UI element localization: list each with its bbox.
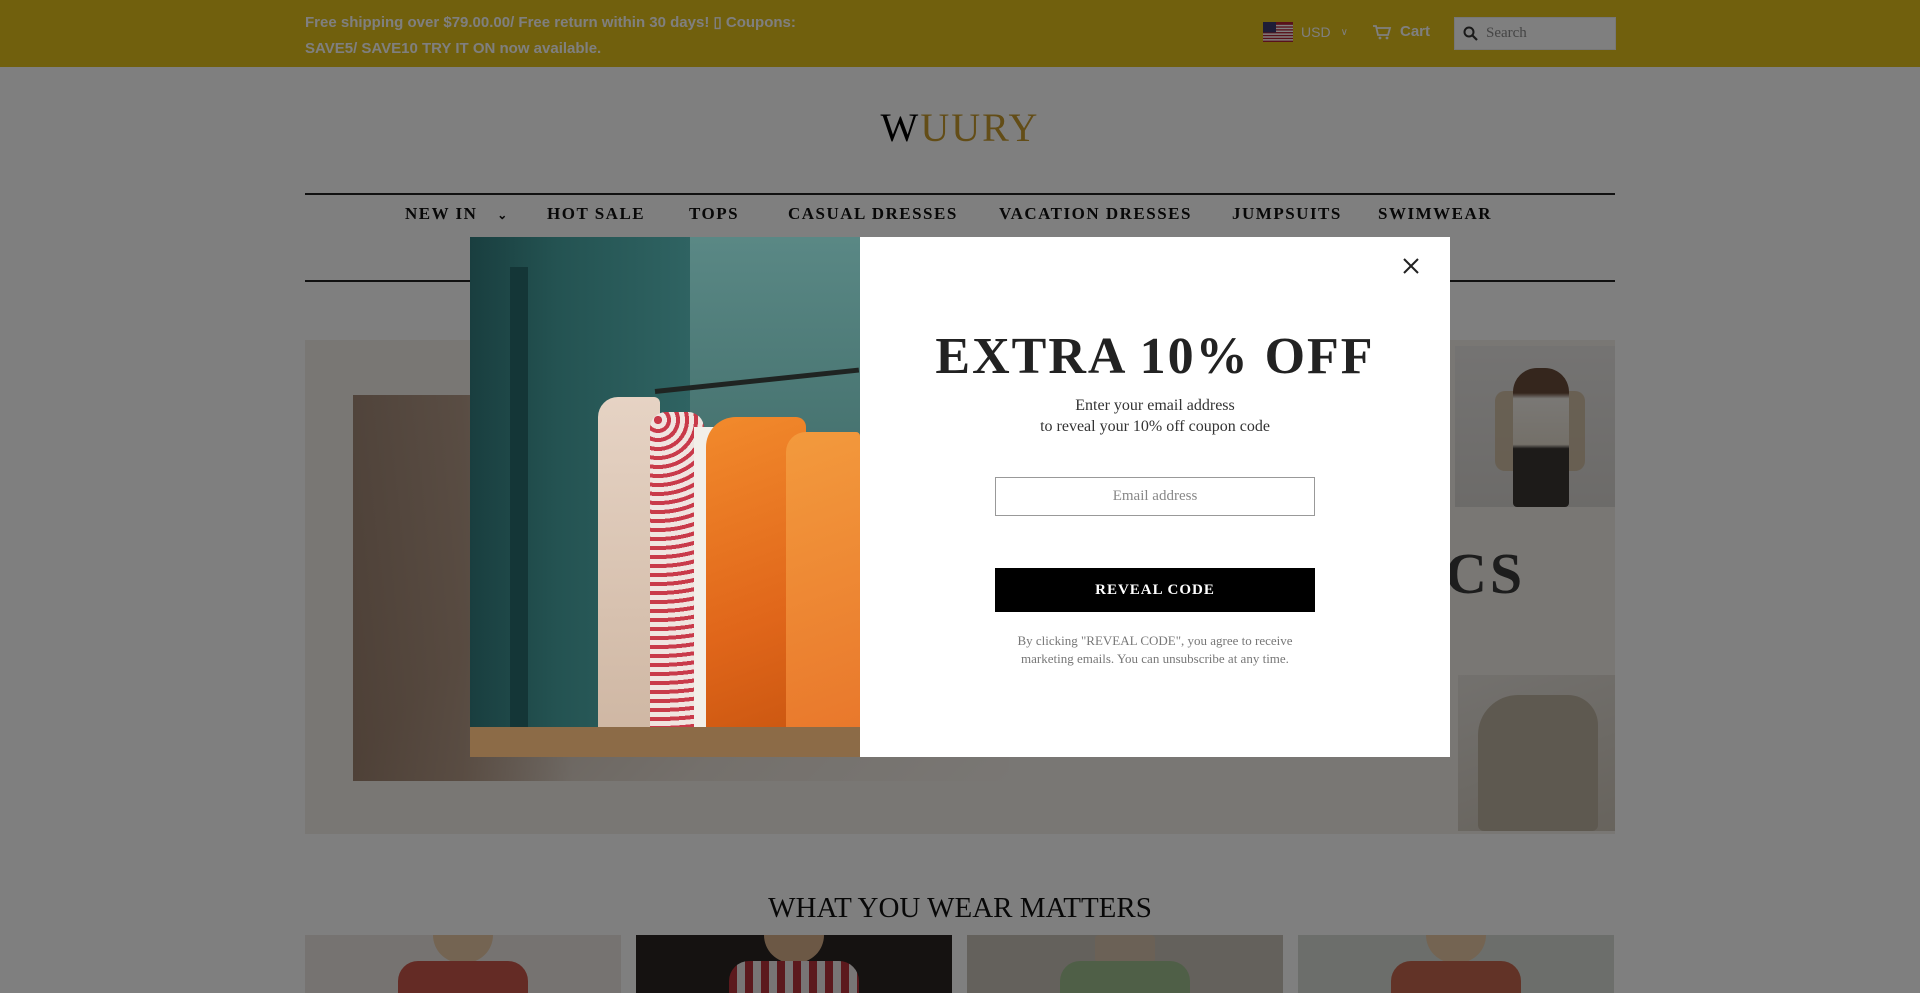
close-button[interactable] [1396,251,1426,281]
popup-title: EXTRA 10% OFF [935,328,1375,385]
newsletter-popup: EXTRA 10% OFF Enter your email address t… [470,237,1450,757]
reveal-code-button[interactable]: REVEAL CODE [995,568,1315,612]
email-field[interactable] [995,477,1315,516]
close-icon[interactable] [1402,257,1420,275]
popup-image [470,237,860,757]
popup-disclaimer: By clicking "REVEAL CODE", you agree to … [1017,633,1293,666]
popup-subtitle: Enter your email address to reveal your … [1040,397,1270,435]
popup-content: EXTRA 10% OFF Enter your email address t… [860,237,1450,757]
